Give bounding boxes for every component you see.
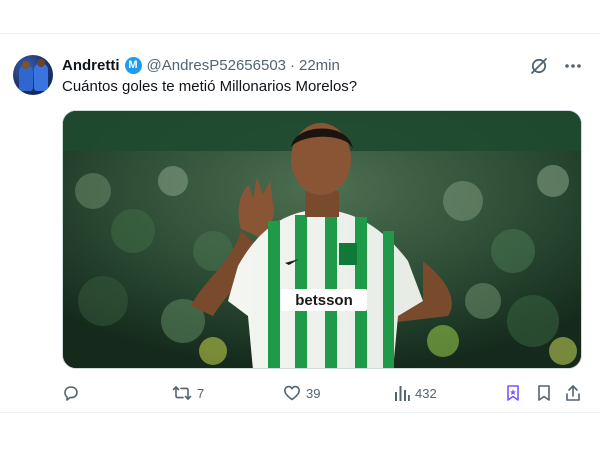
- views-button[interactable]: 432: [394, 384, 437, 402]
- views-count: 432: [415, 385, 437, 401]
- grok-bookmark-button[interactable]: [504, 384, 522, 402]
- avatar[interactable]: [13, 55, 53, 95]
- avatar-head-right: [37, 59, 45, 67]
- jersey-sponsor-text: betsson: [295, 292, 353, 309]
- like-icon: [283, 384, 301, 402]
- reply-icon: [62, 384, 80, 402]
- user-handle[interactable]: @AndresP52656503: [147, 57, 287, 74]
- reply-button[interactable]: [62, 384, 85, 402]
- timestamp[interactable]: 22min: [299, 57, 340, 74]
- top-actions: [529, 56, 583, 76]
- bookmark-button[interactable]: [535, 384, 553, 402]
- avatar-head-left: [22, 61, 30, 69]
- like-button[interactable]: 39: [283, 384, 320, 402]
- like-count: 39: [306, 385, 321, 401]
- grok-slash-icon[interactable]: [529, 56, 549, 76]
- verified-badge-icon: M: [124, 56, 142, 74]
- share-button[interactable]: [564, 384, 582, 402]
- tweet-media-image[interactable]: betsson: [62, 110, 582, 369]
- views-icon: [394, 384, 410, 402]
- bookmark-icon: [535, 384, 553, 402]
- separator-dot: ·: [290, 56, 295, 74]
- retweet-count: 7: [197, 385, 205, 401]
- share-icon: [564, 384, 582, 402]
- display-name[interactable]: Andretti: [62, 57, 120, 74]
- retweet-button[interactable]: 7: [172, 384, 204, 402]
- avatar-figure-right: [34, 63, 48, 91]
- tweet-text: Cuántos goles te metió Millonarios Morel…: [62, 78, 358, 95]
- bottom-divider: [0, 412, 600, 413]
- action-bar: 7 39 432: [62, 384, 582, 404]
- retweet-icon: [172, 384, 192, 402]
- grok-bookmark-icon: [504, 384, 522, 402]
- tweet-header: Andretti M @AndresP52656503 · 22min: [62, 56, 340, 74]
- top-divider: [0, 33, 600, 34]
- more-icon[interactable]: [563, 56, 583, 76]
